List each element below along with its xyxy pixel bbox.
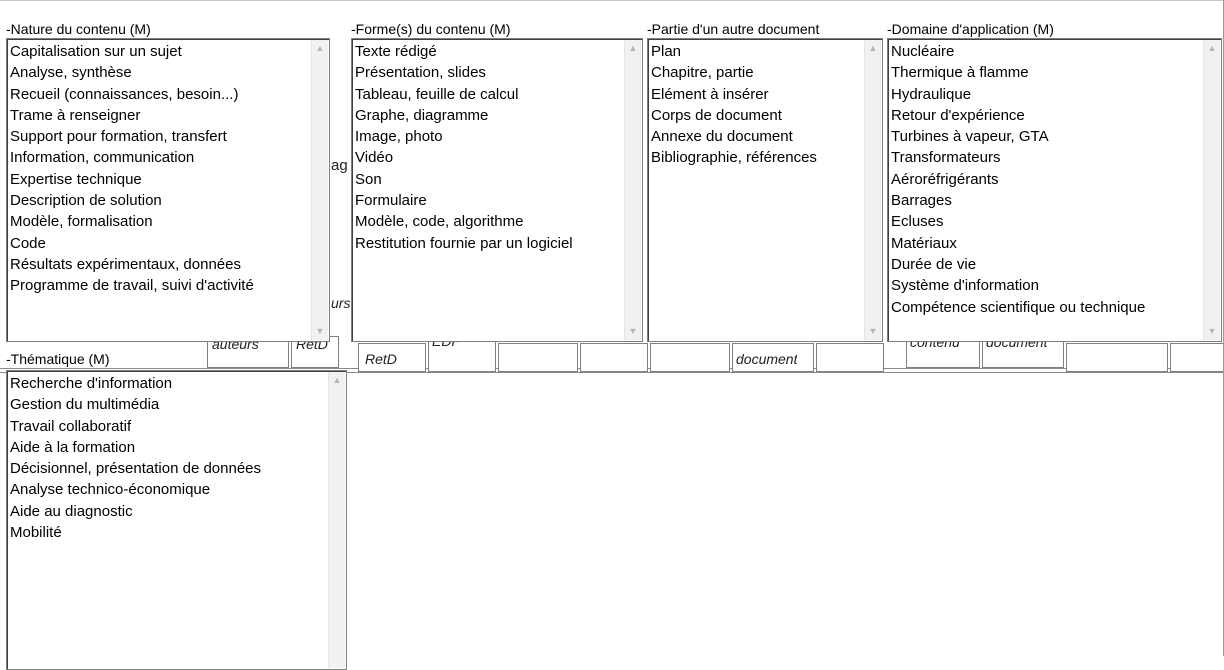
list-option[interactable]: Analyse, synthèse (10, 62, 311, 83)
forme-contenu-scrollbar[interactable]: ▲ ▼ (624, 40, 641, 340)
list-option[interactable]: Vidéo (355, 147, 624, 168)
thematique-label-text: Thématique (M) (10, 351, 110, 367)
list-option[interactable]: Trame à renseigner (10, 105, 311, 126)
list-option[interactable]: Thermique à flamme (891, 62, 1203, 83)
list-option[interactable]: Retour d'expérience (891, 105, 1203, 126)
list-option[interactable]: Modèle, formalisation (10, 211, 311, 232)
list-option[interactable]: Matériaux (891, 233, 1203, 254)
nature-contenu-scrollbar[interactable]: ▲ ▼ (311, 40, 328, 340)
domaine-application-listbox[interactable]: Nucléaire Thermique à flamme Hydraulique Re… (887, 38, 1222, 342)
domaine-application-options: Nucléaire Thermique à flamme Hydraulique Re… (891, 41, 1203, 339)
list-option[interactable]: Tableau, feuille de calcul (355, 84, 624, 105)
table-cell-text: document (736, 351, 798, 367)
list-option[interactable]: Aide à la formation (10, 437, 328, 458)
partie-document-listbox[interactable]: Plan Chapitre, partie Elément à insérer Cor… (647, 38, 883, 342)
scroll-down-icon[interactable]: ▼ (625, 323, 641, 340)
domaine-application-label: -Domaine d'application (M) (887, 21, 1054, 37)
list-option[interactable]: Capitalisation sur un sujet (10, 41, 311, 62)
partie-document-label-text: Partie d'un autre document (651, 21, 820, 37)
list-option[interactable]: Gestion du multimédia (10, 394, 328, 415)
scroll-up-icon[interactable]: ▲ (1204, 40, 1220, 57)
list-option[interactable]: Information, communication (10, 147, 311, 168)
thematique-scrollbar[interactable]: ▲ (328, 372, 345, 668)
list-option[interactable]: Décisionnel, présentation de données (10, 458, 328, 479)
list-option[interactable]: Expertise technique (10, 169, 311, 190)
hidden-text-fragment: urs (331, 295, 351, 311)
partie-document-scrollbar[interactable]: ▲ ▼ (864, 40, 881, 340)
list-option[interactable]: Corps de document (651, 105, 864, 126)
hidden-text-fragment: ag (331, 157, 348, 174)
scroll-down-icon[interactable]: ▼ (865, 323, 881, 340)
list-option[interactable]: Plan (651, 41, 864, 62)
list-option[interactable]: Barrages (891, 190, 1203, 211)
scroll-up-icon[interactable]: ▲ (312, 40, 328, 57)
list-option[interactable]: Aide au diagnostic (10, 501, 328, 522)
list-option[interactable]: Aéroréfrigérants (891, 169, 1203, 190)
table-cell (498, 343, 578, 372)
list-option[interactable]: Programme de travail, suivi d'activité (10, 275, 311, 296)
table-cell (650, 343, 730, 372)
list-option[interactable]: Nucléaire (891, 41, 1203, 62)
table-cell (580, 343, 648, 372)
scroll-down-icon[interactable]: ▼ (312, 323, 328, 340)
partie-document-options: Plan Chapitre, partie Elément à insérer Cor… (651, 41, 864, 339)
domaine-application-label-text: Domaine d'application (M) (891, 21, 1054, 37)
list-option[interactable]: Travail collaboratif (10, 416, 328, 437)
list-option[interactable]: Mobilité (10, 522, 328, 543)
domaine-application-scrollbar[interactable]: ▲ ▼ (1203, 40, 1220, 340)
scroll-down-icon[interactable]: ▼ (1204, 323, 1220, 340)
list-option[interactable]: Hydraulique (891, 84, 1203, 105)
list-option[interactable]: Chapitre, partie (651, 62, 864, 83)
forme-contenu-label-text: Forme(s) du contenu (M) (355, 21, 511, 37)
table-cell (816, 343, 884, 372)
list-option[interactable]: Graphe, diagramme (355, 105, 624, 126)
list-option[interactable]: Compétence scientifique ou technique (891, 297, 1203, 318)
list-option[interactable]: Analyse technico-économique (10, 479, 328, 500)
nature-contenu-listbox[interactable]: Capitalisation sur un sujet Analyse, synt… (6, 38, 330, 342)
list-option[interactable]: Ecluses (891, 211, 1203, 232)
forme-contenu-listbox[interactable]: Texte rédigé Présentation, slides Tableau,… (351, 38, 643, 342)
list-option[interactable]: Système d'information (891, 275, 1203, 296)
nature-contenu-options: Capitalisation sur un sujet Analyse, synt… (10, 41, 311, 339)
list-option[interactable]: Bibliographie, références (651, 147, 864, 168)
forme-contenu-options: Texte rédigé Présentation, slides Tableau,… (355, 41, 624, 339)
window-top-border (0, 0, 1224, 1)
list-option[interactable]: Annexe du document (651, 126, 864, 147)
partie-document-label: -Partie d'un autre document (647, 21, 820, 37)
scroll-up-icon[interactable]: ▲ (329, 372, 345, 389)
list-option[interactable]: Restitution fournie par un logiciel (355, 233, 624, 254)
nature-contenu-label-text: Nature du contenu (M) (10, 21, 151, 37)
list-option[interactable]: Turbines à vapeur, GTA (891, 126, 1203, 147)
list-option[interactable]: Elément à insérer (651, 84, 864, 105)
list-option[interactable]: Présentation, slides (355, 62, 624, 83)
list-option[interactable]: Image, photo (355, 126, 624, 147)
thematique-options: Recherche d'information Gestion du multim… (10, 373, 328, 667)
scroll-up-icon[interactable]: ▲ (625, 40, 641, 57)
table-cell (1170, 343, 1224, 372)
table-cell-text: RetD (365, 351, 397, 367)
list-option[interactable]: Description de solution (10, 190, 311, 211)
forme-contenu-label: -Forme(s) du contenu (M) (351, 21, 511, 37)
list-option[interactable]: Support pour formation, transfert (10, 126, 311, 147)
list-option[interactable]: Transformateurs (891, 147, 1203, 168)
list-option[interactable]: Durée de vie (891, 254, 1203, 275)
nature-contenu-label: -Nature du contenu (M) (6, 21, 151, 37)
list-option[interactable]: Recueil (connaissances, besoin...) (10, 84, 311, 105)
list-option[interactable]: Formulaire (355, 190, 624, 211)
list-option[interactable]: Recherche d'information (10, 373, 328, 394)
thematique-listbox[interactable]: Recherche d'information Gestion du multim… (6, 370, 347, 670)
list-option[interactable]: Son (355, 169, 624, 190)
list-option[interactable]: Texte rédigé (355, 41, 624, 62)
scroll-up-icon[interactable]: ▲ (865, 40, 881, 57)
thematique-label: -Thématique (M) (6, 351, 110, 367)
list-option[interactable]: Modèle, code, algorithme (355, 211, 624, 232)
table-cell (1066, 343, 1168, 372)
list-option[interactable]: Résultats expérimentaux, données (10, 254, 311, 275)
list-option[interactable]: Code (10, 233, 311, 254)
